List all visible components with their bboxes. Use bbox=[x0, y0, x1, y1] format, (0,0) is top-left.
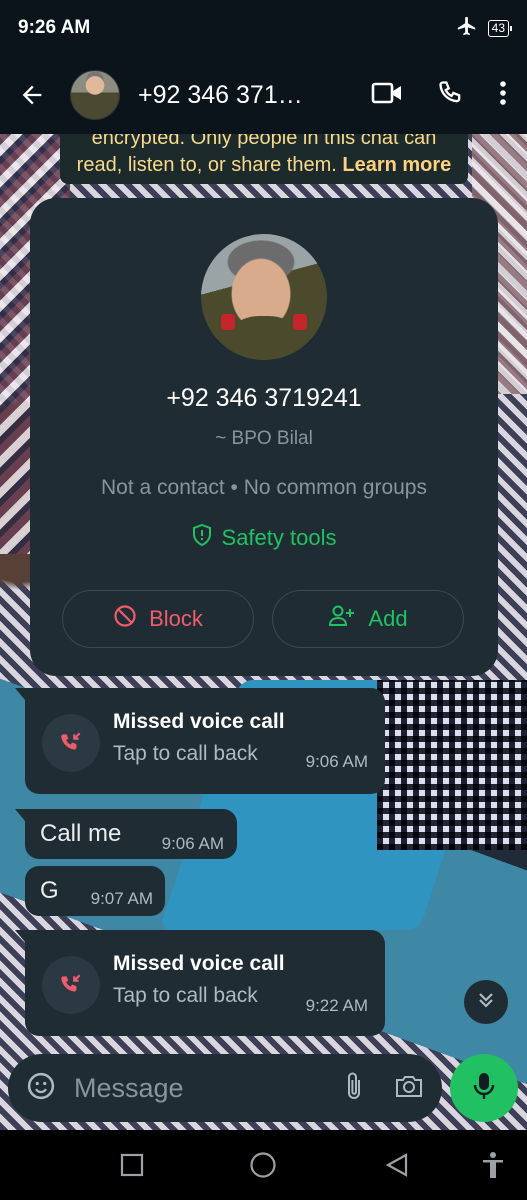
missed-call-message[interactable]: Missed voice call Tap to call back 9:06 … bbox=[15, 688, 385, 794]
message-text: G bbox=[40, 877, 59, 904]
message-time: 9:07 AM bbox=[90, 889, 153, 908]
contact-info-card: +92 346 3719241 ~ BPO Bilal Not a contac… bbox=[30, 198, 498, 676]
back-arrow-icon[interactable] bbox=[14, 77, 50, 113]
block-label: Block bbox=[149, 606, 203, 631]
shield-icon bbox=[192, 523, 212, 552]
message-input[interactable]: Message bbox=[74, 1073, 344, 1104]
text-message[interactable]: G 9:07 AM bbox=[25, 866, 165, 916]
recents-icon[interactable] bbox=[117, 1150, 147, 1180]
call-subtitle: Tap to call back bbox=[113, 984, 258, 1007]
message-time: 9:06 AM bbox=[161, 834, 224, 853]
add-contact-button[interactable]: Add bbox=[272, 590, 464, 648]
message-time: 9:22 AM bbox=[305, 996, 368, 1015]
text-message[interactable]: Call me 9:06 AM bbox=[15, 809, 237, 859]
add-label: Add bbox=[368, 606, 408, 631]
airplane-mode-icon bbox=[456, 15, 478, 42]
block-icon bbox=[113, 604, 137, 634]
microphone-icon bbox=[472, 1071, 496, 1106]
contact-avatar[interactable] bbox=[70, 70, 120, 120]
status-time: 9:26 AM bbox=[18, 17, 91, 38]
system-navigation-bar bbox=[0, 1130, 527, 1200]
attach-icon[interactable] bbox=[344, 1071, 364, 1106]
call-title: Missed voice call bbox=[113, 710, 285, 733]
learn-more-link[interactable]: Learn more bbox=[342, 154, 451, 176]
video-call-icon[interactable] bbox=[371, 80, 403, 111]
wallpaper-check-pattern bbox=[377, 680, 527, 850]
camera-icon[interactable] bbox=[394, 1073, 424, 1104]
contact-number: +92 346 3719241 bbox=[166, 384, 362, 412]
scroll-to-bottom-button[interactable] bbox=[464, 980, 508, 1024]
missed-call-message[interactable]: Missed voice call Tap to call back 9:22 … bbox=[15, 930, 385, 1036]
contact-alias: ~ BPO Bilal bbox=[215, 428, 313, 449]
status-bar: 9:26 AM 43 bbox=[0, 0, 527, 56]
safety-tools-label: Safety tools bbox=[221, 525, 337, 550]
voice-call-icon[interactable] bbox=[437, 79, 465, 112]
chat-header: +92 346 371… bbox=[0, 56, 527, 134]
call-subtitle: Tap to call back bbox=[113, 742, 258, 765]
add-person-icon bbox=[328, 605, 356, 633]
missed-call-icon bbox=[42, 956, 100, 1014]
message-time: 9:06 AM bbox=[305, 752, 368, 771]
encryption-notice: encrypted. Only people in this chat can … bbox=[60, 128, 468, 184]
missed-call-icon bbox=[42, 714, 100, 772]
message-text: Call me bbox=[40, 820, 122, 847]
accessibility-icon[interactable] bbox=[478, 1150, 508, 1180]
battery-icon: 43 bbox=[487, 19, 513, 37]
chat-title[interactable]: +92 346 371… bbox=[138, 81, 371, 110]
voice-message-button[interactable] bbox=[450, 1054, 518, 1122]
call-title: Missed voice call bbox=[113, 952, 285, 975]
encryption-line-2: read, listen to, or share them. bbox=[76, 154, 337, 176]
back-triangle-icon[interactable] bbox=[382, 1150, 412, 1180]
block-button[interactable]: Block bbox=[62, 590, 254, 648]
emoji-icon[interactable] bbox=[26, 1071, 56, 1106]
safety-tools-link[interactable]: Safety tools bbox=[30, 523, 498, 552]
contact-profile-photo[interactable] bbox=[201, 234, 327, 360]
home-icon[interactable] bbox=[248, 1150, 278, 1180]
contact-status-info: Not a contact • No common groups bbox=[100, 476, 427, 499]
double-chevron-down-icon bbox=[475, 989, 497, 1016]
more-options-icon[interactable] bbox=[499, 80, 507, 111]
message-composer: Message bbox=[8, 1054, 442, 1122]
